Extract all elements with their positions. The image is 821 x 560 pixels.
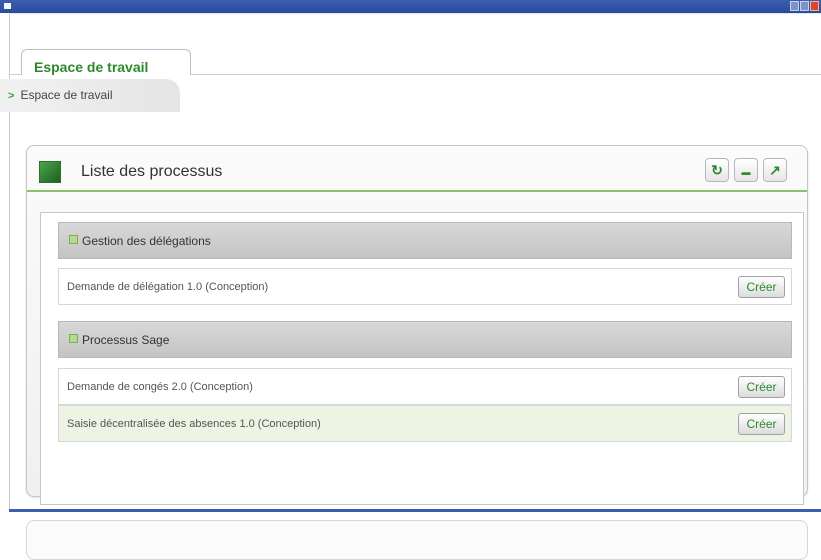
process-list: Gestion des délégations Demande de délég… — [40, 212, 804, 505]
breadcrumb-label: Espace de travail — [20, 88, 113, 102]
process-label: Demande de congés 2.0 (Conception) — [67, 381, 253, 393]
process-label: Demande de délégation 1.0 (Conception) — [67, 281, 269, 293]
window-close-button[interactable] — [810, 1, 819, 11]
minimize-panel-button[interactable]: ▬ — [734, 158, 758, 182]
group-name: Gestion des délégations — [82, 234, 211, 248]
group-header-gestion-delegations[interactable]: Gestion des délégations — [58, 222, 792, 259]
window-minimize-button[interactable] — [790, 1, 799, 11]
group-bullet-icon — [69, 235, 78, 244]
group-bullet-icon — [69, 334, 78, 343]
refresh-icon: ↻ — [711, 162, 723, 178]
bottom-panel — [26, 520, 808, 560]
window-maximize-button[interactable] — [800, 1, 809, 11]
process-label: Saisie décentralisée des absences 1.0 (C… — [67, 418, 321, 430]
breadcrumb-arrow-icon: > — [8, 90, 15, 102]
panel-title: Liste des processus — [81, 163, 223, 180]
group-name: Processus Sage — [82, 333, 170, 347]
list-item: Saisie décentralisée des absences 1.0 (C… — [58, 405, 792, 442]
list-item: Demande de délégation 1.0 (Conception) C… — [58, 268, 792, 305]
tab-espace-de-travail[interactable]: Espace de travail — [21, 49, 191, 75]
window-titlebar — [0, 0, 821, 13]
group-header-processus-sage[interactable]: Processus Sage — [58, 321, 792, 358]
window-icon — [4, 3, 11, 9]
separator-bar — [9, 509, 821, 512]
process-list-icon — [39, 161, 61, 183]
creer-button[interactable]: Créer — [738, 276, 785, 298]
panel-header: Liste des processus ↻ ▬ ↗ — [27, 146, 807, 192]
process-list-panel: Liste des processus ↻ ▬ ↗ Gestion des dé… — [26, 145, 808, 505]
tab-strip: Espace de travail — [10, 14, 821, 75]
creer-button[interactable]: Créer — [738, 376, 785, 398]
refresh-button[interactable]: ↻ — [705, 158, 729, 182]
minimize-icon: ▬ — [741, 167, 751, 177]
creer-button[interactable]: Créer — [738, 413, 785, 435]
breadcrumb[interactable]: > Espace de travail — [0, 79, 180, 112]
maximize-icon: ↗ — [769, 162, 781, 178]
list-item: Demande de congés 2.0 (Conception) Créer — [58, 368, 792, 405]
maximize-panel-button[interactable]: ↗ — [763, 158, 787, 182]
